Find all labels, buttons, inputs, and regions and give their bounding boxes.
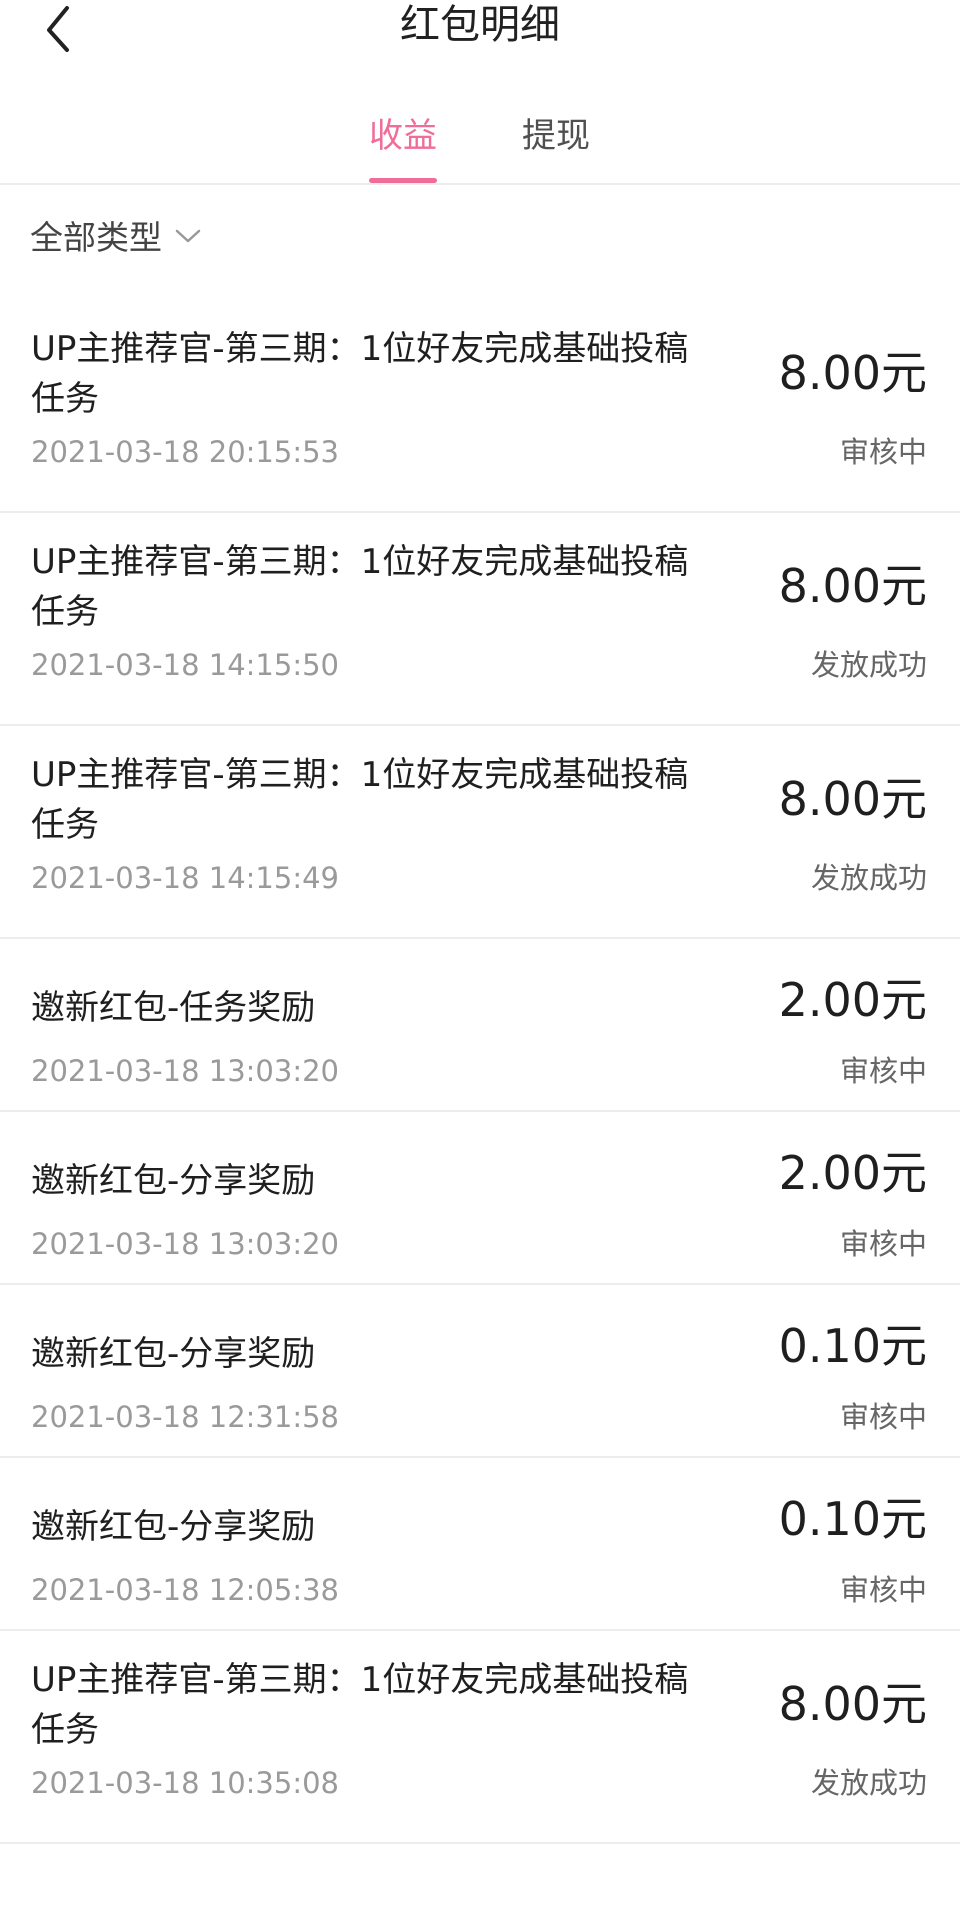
chevron-down-icon — [175, 229, 201, 243]
record-status: 审核中 — [839, 1573, 927, 1607]
list-item[interactable]: UP主推荐官-第三期：1位好友完成基础投稿任务 2021-03-18 14:15… — [0, 513, 960, 726]
list-item[interactable]: 邀新红包-分享奖励 2021-03-18 12:31:58 0.10元 审核中 — [0, 1285, 960, 1458]
record-date: 2021-03-18 14:15:49 — [31, 861, 339, 895]
record-amount: 8.00元 — [778, 559, 927, 613]
record-title: 邀新红包-分享奖励 — [31, 1334, 316, 1374]
list-item[interactable]: UP主推荐官-第三期：1位好友完成基础投稿任务 2021-03-18 20:15… — [0, 300, 960, 513]
record-amount: 8.00元 — [778, 772, 927, 826]
list-item[interactable]: UP主推荐官-第三期：1位好友完成基础投稿任务 2021-03-18 10:35… — [0, 1631, 960, 1844]
record-date: 2021-03-18 13:03:20 — [31, 1227, 339, 1261]
record-amount: 2.00元 — [778, 1146, 927, 1200]
record-title: UP主推荐官-第三期：1位好友完成基础投稿任务 — [31, 542, 689, 632]
record-status: 发放成功 — [810, 861, 927, 895]
record-date: 2021-03-18 12:31:58 — [31, 1400, 339, 1434]
divider — [0, 183, 960, 185]
record-title: 邀新红包-分享奖励 — [31, 1161, 316, 1201]
list-item[interactable]: 邀新红包-任务奖励 2021-03-18 13:03:20 2.00元 审核中 — [0, 939, 960, 1112]
record-date: 2021-03-18 10:35:08 — [31, 1766, 339, 1800]
record-amount: 0.10元 — [778, 1492, 927, 1546]
record-status: 发放成功 — [810, 1766, 927, 1800]
record-list: UP主推荐官-第三期：1位好友完成基础投稿任务 2021-03-18 20:15… — [0, 300, 960, 1844]
list-item[interactable]: 邀新红包-分享奖励 2021-03-18 13:03:20 2.00元 审核中 — [0, 1112, 960, 1285]
record-status: 审核中 — [839, 1400, 927, 1434]
record-title: UP主推荐官-第三期：1位好友完成基础投稿任务 — [31, 329, 689, 419]
filter-label: 全部类型 — [30, 218, 162, 257]
top-bar: 红包明细 — [0, 0, 960, 62]
record-status: 审核中 — [839, 1227, 927, 1261]
record-amount: 2.00元 — [778, 973, 927, 1027]
tab-bar: 收益 提现 — [0, 100, 960, 184]
tab-income[interactable]: 收益 — [343, 100, 463, 184]
record-status: 审核中 — [839, 435, 927, 469]
record-title: UP主推荐官-第三期：1位好友完成基础投稿任务 — [31, 1660, 689, 1750]
record-status: 审核中 — [839, 1054, 927, 1088]
record-date: 2021-03-18 12:05:38 — [31, 1573, 339, 1607]
type-filter-dropdown[interactable]: 全部类型 — [30, 210, 202, 260]
list-item[interactable]: UP主推荐官-第三期：1位好友完成基础投稿任务 2021-03-18 14:15… — [0, 726, 960, 939]
page-title: 红包明细 — [400, 2, 560, 48]
record-date: 2021-03-18 14:15:50 — [31, 648, 339, 682]
record-amount: 0.10元 — [778, 1319, 927, 1373]
record-title: UP主推荐官-第三期：1位好友完成基础投稿任务 — [31, 755, 689, 845]
record-date: 2021-03-18 20:15:53 — [31, 435, 339, 469]
record-title: 邀新红包-分享奖励 — [31, 1507, 316, 1547]
page: 红包明细 收益 提现 全部类型 UP主推荐官-第三期：1位好友完成基础投稿任务 … — [0, 0, 960, 1920]
list-item[interactable]: 邀新红包-分享奖励 2021-03-18 12:05:38 0.10元 审核中 — [0, 1458, 960, 1631]
record-date: 2021-03-18 13:03:20 — [31, 1054, 339, 1088]
record-amount: 8.00元 — [778, 1677, 927, 1731]
record-title: 邀新红包-任务奖励 — [31, 988, 316, 1028]
record-amount: 8.00元 — [778, 346, 927, 400]
tab-withdraw[interactable]: 提现 — [496, 100, 616, 184]
record-status: 发放成功 — [810, 648, 927, 682]
